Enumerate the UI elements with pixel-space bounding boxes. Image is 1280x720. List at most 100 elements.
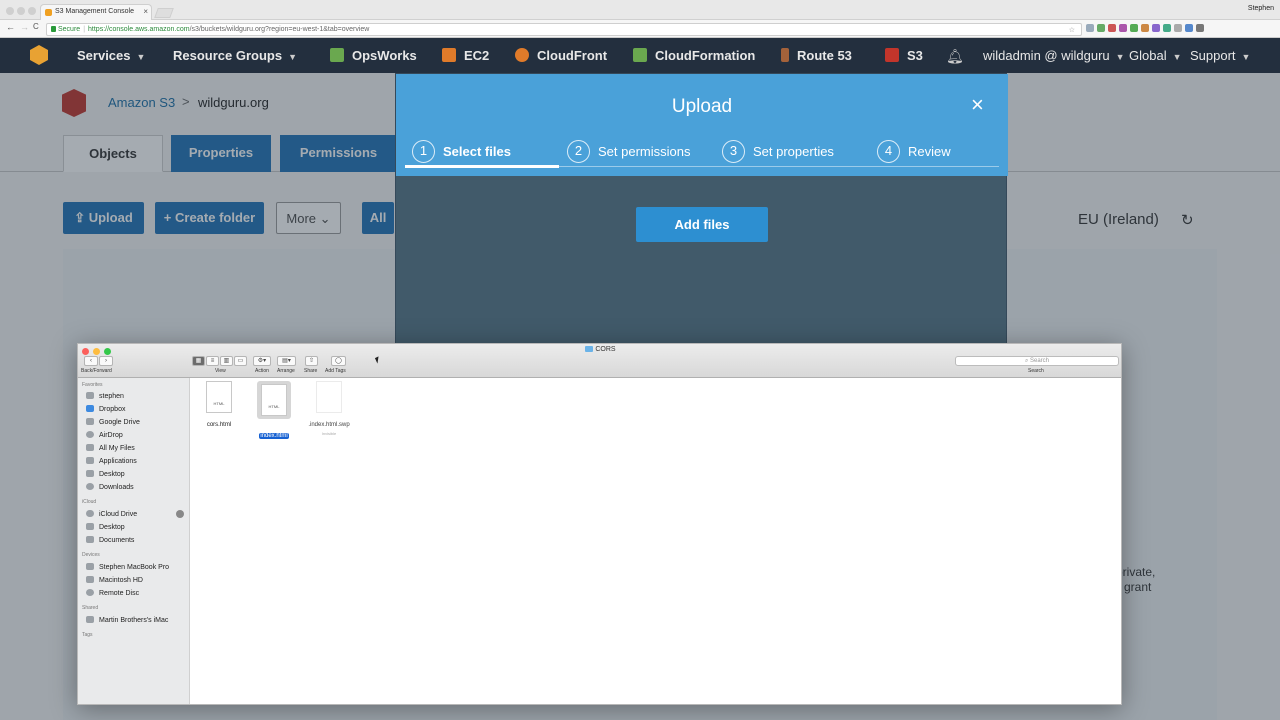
step-label: Select files xyxy=(443,144,511,159)
extension-icon[interactable] xyxy=(1185,24,1193,32)
search-placeholder: Search xyxy=(1030,358,1050,364)
sidebar-item-airdrop[interactable]: AirDrop xyxy=(86,431,123,439)
sidebar-item-applications[interactable]: Applications xyxy=(86,457,137,465)
url-field[interactable]: Secure | https://console.aws.amazon.com/s3… xyxy=(46,23,1082,36)
forward-icon[interactable]: → xyxy=(20,22,29,32)
extension-icon[interactable] xyxy=(1097,24,1105,32)
hidden-file-icon xyxy=(316,381,342,413)
tag-icon[interactable]: ◯ xyxy=(331,356,346,366)
window-close-dot[interactable] xyxy=(6,7,14,15)
forward-icon[interactable]: › xyxy=(99,356,113,366)
sidebar-item-shared-imac[interactable]: Martin Brothers's iMac xyxy=(86,616,168,624)
account-label: wildadmin @ wildguru xyxy=(983,48,1110,63)
gallery-view-icon[interactable]: ▭ xyxy=(234,356,247,366)
step-select-files[interactable]: 1 Select files xyxy=(412,140,511,164)
new-tab-button[interactable] xyxy=(154,8,174,18)
sidebar-item-label: Google Drive xyxy=(99,419,140,426)
dropbox-icon xyxy=(86,405,94,412)
sidebar-header-shared: Shared xyxy=(82,605,99,611)
profile-name[interactable]: Stephen xyxy=(1248,5,1274,12)
opsworks-label: OpsWorks xyxy=(352,48,417,63)
resource-groups-menu[interactable]: Resource Groups ▼ xyxy=(173,48,297,63)
action-gear-icon[interactable]: ⚙▾ xyxy=(253,356,271,366)
s3-label: S3 xyxy=(907,48,923,63)
home-icon xyxy=(86,392,94,399)
s3-shortcut[interactable]: S3 xyxy=(885,48,923,63)
add-files-button[interactable]: Add files xyxy=(636,207,768,242)
sidebar-item-dropbox[interactable]: Dropbox xyxy=(86,405,125,413)
active-step-indicator xyxy=(405,165,559,168)
reload-icon[interactable]: C xyxy=(33,22,39,31)
sidebar-item-desktop[interactable]: Desktop xyxy=(86,470,125,478)
action-label: Action xyxy=(255,368,269,374)
extension-icon[interactable] xyxy=(1108,24,1116,32)
chevron-down-icon: ▼ xyxy=(288,52,298,62)
search-label: Search xyxy=(1028,368,1044,374)
services-menu[interactable]: Services ▼ xyxy=(77,48,145,63)
account-menu[interactable]: wildadmin @ wildguru ▼ xyxy=(983,48,1125,63)
documents-icon xyxy=(86,536,94,543)
window-zoom-dot[interactable] xyxy=(28,7,36,15)
cloudformation-shortcut[interactable]: CloudFormation xyxy=(633,48,755,63)
extension-icon[interactable] xyxy=(1163,24,1171,32)
sidebar-item-icloud-desktop[interactable]: Desktop xyxy=(86,523,125,531)
applications-icon xyxy=(86,457,94,464)
sidebar-item-label: All My Files xyxy=(99,445,135,452)
window-minimize-dot[interactable] xyxy=(17,7,25,15)
file-name: cors.html xyxy=(206,422,232,428)
sidebar-item-downloads[interactable]: Downloads xyxy=(86,483,134,491)
step-set-permissions[interactable]: 2 Set permissions xyxy=(567,140,690,164)
html-file-icon: HTML xyxy=(206,381,232,413)
bookmark-star-icon[interactable]: ☆ xyxy=(1069,25,1077,35)
browser-tab[interactable]: S3 Management Console × xyxy=(40,4,152,20)
sidebar-item-stephen[interactable]: stephen xyxy=(86,392,124,400)
sidebar-item-icloud-drive[interactable]: iCloud Drive xyxy=(86,510,137,518)
step-number: 3 xyxy=(722,140,745,163)
close-icon[interactable]: × xyxy=(971,94,984,116)
list-view-icon[interactable]: ≡ xyxy=(206,356,219,366)
sidebar-item-macintosh-hd[interactable]: Macintosh HD xyxy=(86,576,143,584)
desktop-icon xyxy=(86,523,94,530)
extension-icon[interactable] xyxy=(1086,24,1094,32)
region-menu[interactable]: Global ▼ xyxy=(1129,48,1182,63)
extension-icon[interactable] xyxy=(1152,24,1160,32)
extension-icon[interactable] xyxy=(1141,24,1149,32)
arrange-icon[interactable]: ▤▾ xyxy=(277,356,296,366)
sidebar-item-remote-disc[interactable]: Remote Disc xyxy=(86,589,139,597)
column-view-icon[interactable]: ▥ xyxy=(220,356,233,366)
aws-logo-icon[interactable] xyxy=(30,45,48,65)
search-input[interactable]: ⌕ Search xyxy=(955,356,1119,366)
menu-icon[interactable] xyxy=(1196,24,1204,32)
desktop-icon xyxy=(86,470,94,477)
step-review[interactable]: 4 Review xyxy=(877,140,951,164)
back-icon[interactable]: ‹ xyxy=(84,356,98,366)
cloudfront-shortcut[interactable]: CloudFront xyxy=(515,48,607,63)
extension-icon[interactable] xyxy=(1119,24,1127,32)
file-item-swp[interactable]: .index.html.swp Invisible xyxy=(297,381,361,436)
aws-nav-bar: Services ▼ Resource Groups ▼ OpsWorks EC2 … xyxy=(0,38,1280,73)
sidebar-item-macbook[interactable]: Stephen MacBook Pro xyxy=(86,563,169,571)
sidebar-item-label: Dropbox xyxy=(99,406,126,413)
sidebar-item-google-drive[interactable]: Google Drive xyxy=(86,418,140,426)
url-path: /s3/buckets/wildguru.org?region=eu-west-… xyxy=(189,26,370,33)
sidebar-item-documents[interactable]: Documents xyxy=(86,536,134,544)
icloud-status-icon xyxy=(176,510,184,518)
step-set-properties[interactable]: 3 Set properties xyxy=(722,140,834,164)
ec2-shortcut[interactable]: EC2 xyxy=(442,48,489,63)
close-tab-icon[interactable]: × xyxy=(143,7,148,16)
extension-icon[interactable] xyxy=(1174,24,1182,32)
opsworks-shortcut[interactable]: OpsWorks xyxy=(330,48,417,63)
route53-shortcut[interactable]: Route 53 xyxy=(781,48,852,63)
share-icon[interactable]: ⇧ xyxy=(305,356,318,366)
screen: S3 Management Console × Stephen ← → C Se… xyxy=(0,0,1280,720)
support-menu[interactable]: Support ▼ xyxy=(1190,48,1250,63)
finder-title: CORS xyxy=(78,346,1121,353)
icon-view-icon[interactable]: ▦ xyxy=(192,356,205,366)
bell-icon[interactable]: 🔔︎ xyxy=(946,48,964,65)
chevron-down-icon: ▼ xyxy=(1115,52,1125,62)
extension-icon[interactable] xyxy=(1130,24,1138,32)
back-icon[interactable]: ← xyxy=(6,22,15,32)
sidebar-item-all-my-files[interactable]: All My Files xyxy=(86,444,135,452)
url-separator: | xyxy=(83,26,86,33)
chevron-down-icon: ▼ xyxy=(1172,52,1182,62)
